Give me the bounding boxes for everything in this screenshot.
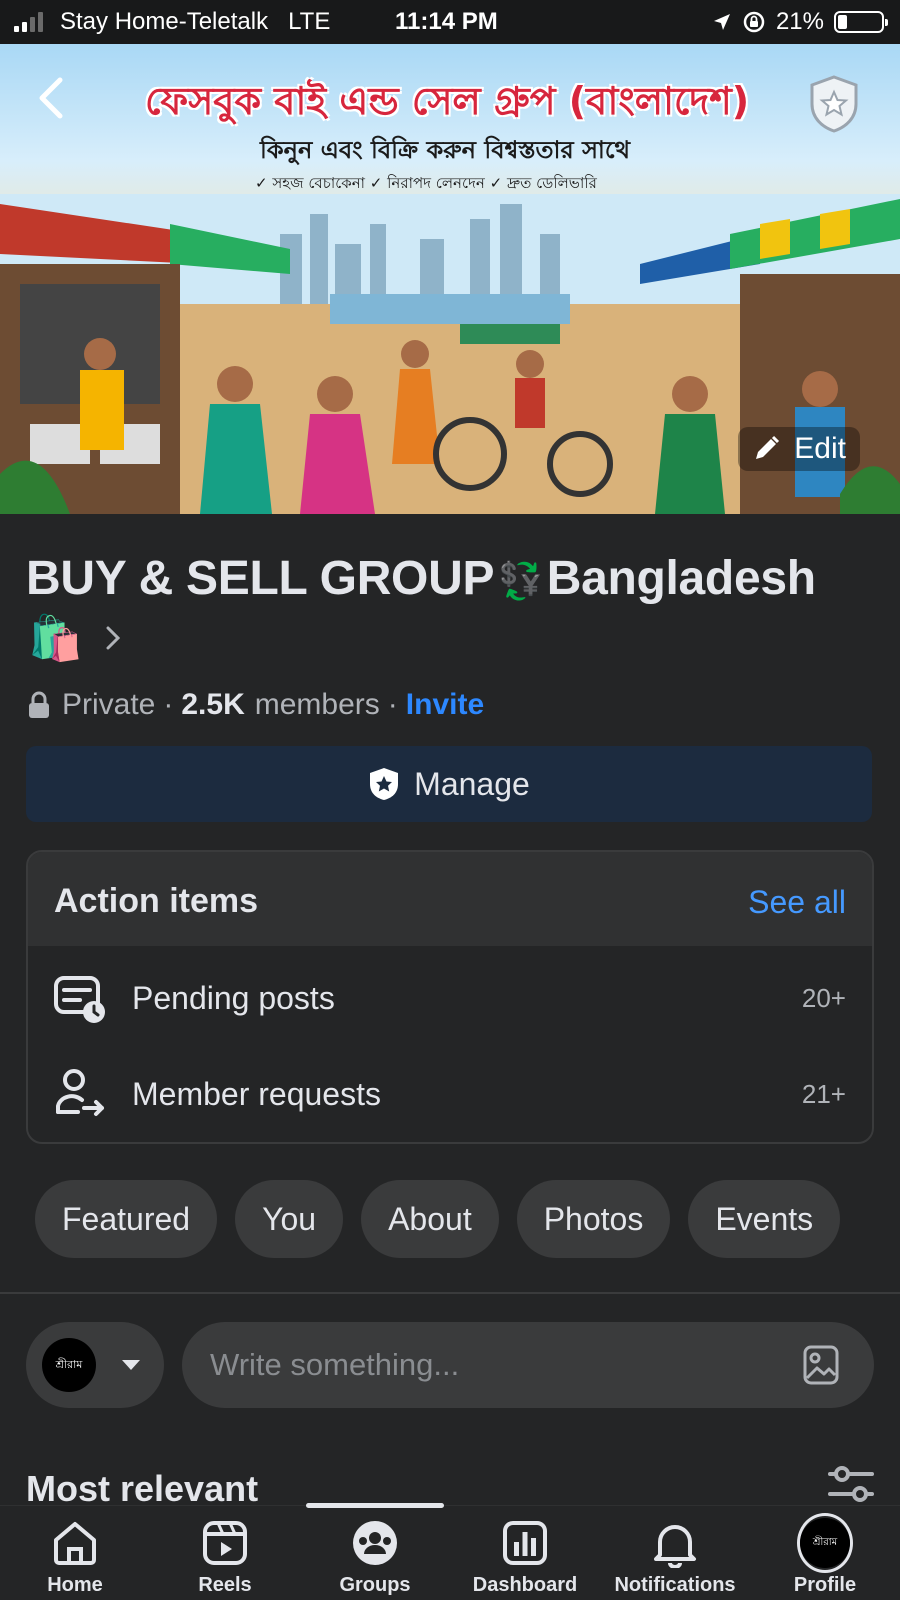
group-title[interactable]: BUY & SELL GROUP 💱Bangladesh (26, 548, 886, 610)
photo-icon[interactable] (802, 1344, 840, 1386)
tab-you[interactable]: You (235, 1180, 344, 1258)
nav-home-label: Home (47, 1574, 103, 1596)
cover-banner-tags: ✓ সহজ বেচাকেনা ✓ নিরাপদ লেনদেন ✓ দ্রুত ড… (255, 174, 597, 192)
cover-banner: ফেসবুক বাই এন্ড সেল গ্রুপ (বাংলাদেশ) কিন… (85, 72, 785, 222)
reels-icon (203, 1521, 247, 1565)
pencil-icon (756, 435, 780, 459)
privacy-label: Private (62, 688, 156, 721)
write-something-input[interactable]: Write something... (182, 1322, 874, 1408)
action-row-pending-posts[interactable]: Pending posts 20+ (28, 950, 872, 1046)
group-tabs: Featured You About Photos Events (35, 1180, 841, 1258)
battery-percent: 21% (775, 8, 824, 35)
nav-groups-label: Groups (339, 1574, 411, 1596)
nav-notifications-label: Notifications (614, 1574, 736, 1596)
group-cover-photo[interactable]: ফেসবুক বাই এন্ড সেল গ্রুপ (বাংলাদেশ) কিন… (0, 44, 900, 514)
tab-events[interactable]: Events (688, 1180, 841, 1258)
shield-star-icon (370, 768, 399, 800)
action-row-member-requests[interactable]: Member requests 21+ (28, 1046, 872, 1142)
post-as-selector[interactable]: শ্রীরাম (26, 1322, 164, 1408)
member-requests-count: 21+ (801, 1078, 846, 1109)
back-chevron-icon[interactable] (30, 74, 78, 122)
avatar: শ্রীরাম (800, 1518, 850, 1568)
tab-about[interactable]: About (361, 1180, 499, 1258)
nav-reels-label: Reels (198, 1574, 252, 1596)
member-count[interactable]: 2.5K (181, 688, 244, 722)
chevron-right-icon[interactable] (103, 624, 123, 652)
group-meta: Private · 2.5K members · Invite (26, 688, 484, 722)
signal-icon (14, 12, 43, 32)
nav-reels[interactable]: Reels (150, 1516, 300, 1598)
nav-profile[interactable]: শ্রীরাম Profile (750, 1513, 900, 1598)
see-all-link[interactable]: See all (748, 884, 846, 921)
edit-cover-label: Edit (794, 432, 846, 465)
status-right: 21% (712, 8, 888, 36)
groups-icon (353, 1521, 397, 1565)
status-bar: Stay Home-Teletalk LTE 11:14 PM 21% (0, 0, 900, 44)
bell-icon (654, 1525, 696, 1568)
bottom-navigation: Home Reels Groups Dashboard Notification… (0, 1503, 900, 1600)
edit-cover-button[interactable]: Edit (738, 427, 860, 471)
member-requests-label: Member requests (132, 1075, 381, 1112)
tab-featured[interactable]: Featured (35, 1180, 218, 1258)
pending-posts-icon (54, 976, 105, 1023)
location-icon (713, 14, 730, 30)
invite-link[interactable]: Invite (406, 688, 484, 722)
battery-icon (834, 11, 888, 33)
nav-notifications[interactable]: Notifications (600, 1516, 750, 1598)
nav-profile-label: Profile (793, 1574, 857, 1596)
manage-button[interactable]: Manage (26, 746, 872, 822)
orientation-lock-icon (743, 11, 765, 33)
action-items-header: Action items See all (28, 852, 872, 946)
cover-banner-title: ফেসবুক বাই এন্ড সেল গ্রুপ (বাংলাদেশ) (145, 79, 750, 123)
dashboard-icon (503, 1521, 547, 1565)
filter-sliders-icon[interactable] (828, 1466, 874, 1502)
nav-dashboard[interactable]: Dashboard (450, 1516, 600, 1598)
cover-banner-subtitle: কিনুন এবং বিক্রি করুন বিশ্বস্ততার সাথে (260, 136, 631, 164)
currency-exchange-icon: 💱 (498, 559, 543, 601)
clock: 11:14 PM (395, 8, 498, 35)
group-title-part1: BUY & SELL GROUP (26, 552, 495, 605)
active-tab-indicator (306, 1503, 444, 1508)
manage-button-label: Manage (414, 765, 530, 802)
nav-home[interactable]: Home (0, 1516, 150, 1598)
group-title-part2: Bangladesh (546, 552, 816, 605)
nav-groups[interactable]: Groups (300, 1516, 450, 1598)
nav-dashboard-label: Dashboard (472, 1574, 578, 1596)
home-icon (54, 1522, 96, 1565)
lock-icon (29, 691, 49, 718)
caret-down-icon (122, 1360, 140, 1370)
composer-placeholder: Write something... (210, 1347, 460, 1382)
section-divider (0, 1292, 900, 1294)
avatar: শ্রীরাম (42, 1338, 96, 1392)
members-label[interactable]: members (255, 688, 380, 722)
action-items-card: Action items See all Pending posts 20+ M… (26, 850, 874, 1144)
action-items-title: Action items (54, 882, 259, 920)
group-title-second-line[interactable]: 🛍️ (28, 612, 123, 664)
profile-avatar: শ্রীরাম (797, 1513, 853, 1573)
member-requests-icon (56, 1069, 104, 1116)
carrier-name: Stay Home-Teletalk LTE (60, 8, 331, 35)
pending-posts-count: 20+ (801, 982, 846, 1013)
pending-posts-label: Pending posts (132, 979, 335, 1016)
shield-star-icon (810, 75, 858, 133)
feed-sort-label[interactable]: Most relevant (26, 1468, 258, 1510)
tab-photos[interactable]: Photos (516, 1180, 671, 1258)
shopping-bags-emoji: 🛍️ (28, 614, 83, 663)
